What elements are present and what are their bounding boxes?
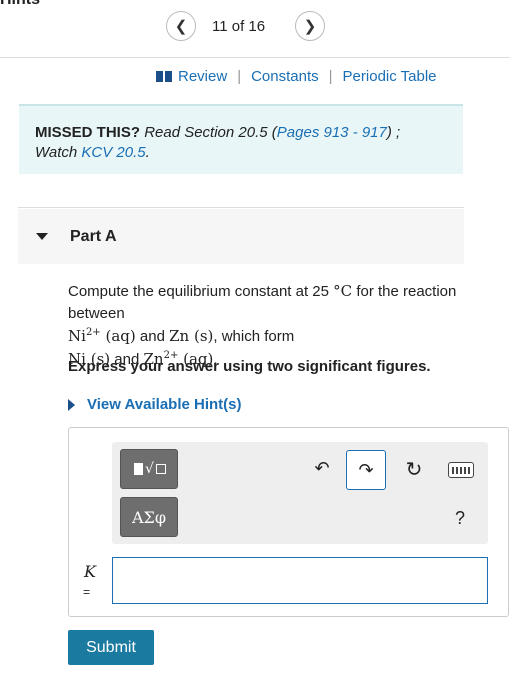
review-link[interactable]: Review	[178, 68, 227, 85]
view-hints-link[interactable]: View Available Hint(s)	[68, 396, 242, 413]
divider	[0, 57, 510, 58]
greek-symbols-button[interactable]: ΑΣφ	[120, 497, 178, 537]
part-a-header[interactable]: Part A	[18, 209, 464, 264]
divider	[18, 207, 464, 208]
missed-label: MISSED THIS?	[35, 124, 141, 141]
previous-question-button[interactable]: ❮	[166, 11, 196, 41]
templates-button[interactable]: √	[120, 449, 178, 489]
hint-label: View Available Hint(s)	[87, 396, 242, 413]
caret-right-icon	[68, 398, 75, 411]
math-toolbar: √ ΑΣφ ↶ ↷ ↻ ?	[112, 442, 488, 544]
submit-button[interactable]: Submit	[68, 630, 154, 665]
answer-input[interactable]	[112, 557, 488, 604]
chevron-right-icon: ❯	[303, 18, 317, 35]
resource-links: Review | Constants | Periodic Table	[156, 68, 437, 85]
redo-icon[interactable]: ↷	[346, 450, 386, 490]
question-count: 11 of 16	[212, 18, 266, 35]
template-square-icon	[155, 464, 166, 474]
reset-icon[interactable]: ↻	[400, 455, 428, 483]
part-title: Part A	[70, 228, 117, 245]
question-pager: ❮ 11 of 16 ❯	[0, 8, 510, 44]
caret-down-icon	[36, 233, 48, 240]
read-section-text: Read Section 20.5 (	[144, 124, 277, 141]
missed-this-panel: MISSED THIS? Read Section 20.5 (Pages 91…	[19, 104, 463, 174]
chevron-left-icon: ❮	[174, 18, 188, 35]
separator: |	[328, 68, 333, 85]
keyboard-icon[interactable]	[448, 462, 474, 478]
next-question-button[interactable]: ❯	[295, 11, 325, 41]
pages-link[interactable]: Pages 913 - 917	[277, 124, 387, 141]
constants-link[interactable]: Constants	[251, 68, 319, 85]
answer-variable-label: K	[84, 562, 96, 581]
help-button[interactable]: ?	[450, 508, 470, 528]
watch-text: Watch	[35, 144, 78, 161]
radical-icon: √	[145, 461, 154, 477]
instruction-text: Express your answer using two significan…	[68, 358, 431, 375]
periodic-table-link[interactable]: Periodic Table	[343, 68, 437, 85]
undo-icon[interactable]: ↶	[310, 456, 334, 480]
period-text: .	[145, 144, 150, 161]
template-box-icon	[134, 463, 144, 475]
book-icon	[156, 70, 172, 83]
equals-label: =	[83, 585, 91, 599]
separator: |	[237, 68, 242, 85]
kcv-link[interactable]: KCV 20.5	[81, 144, 145, 161]
after-pages-text: ) ;	[386, 124, 401, 141]
